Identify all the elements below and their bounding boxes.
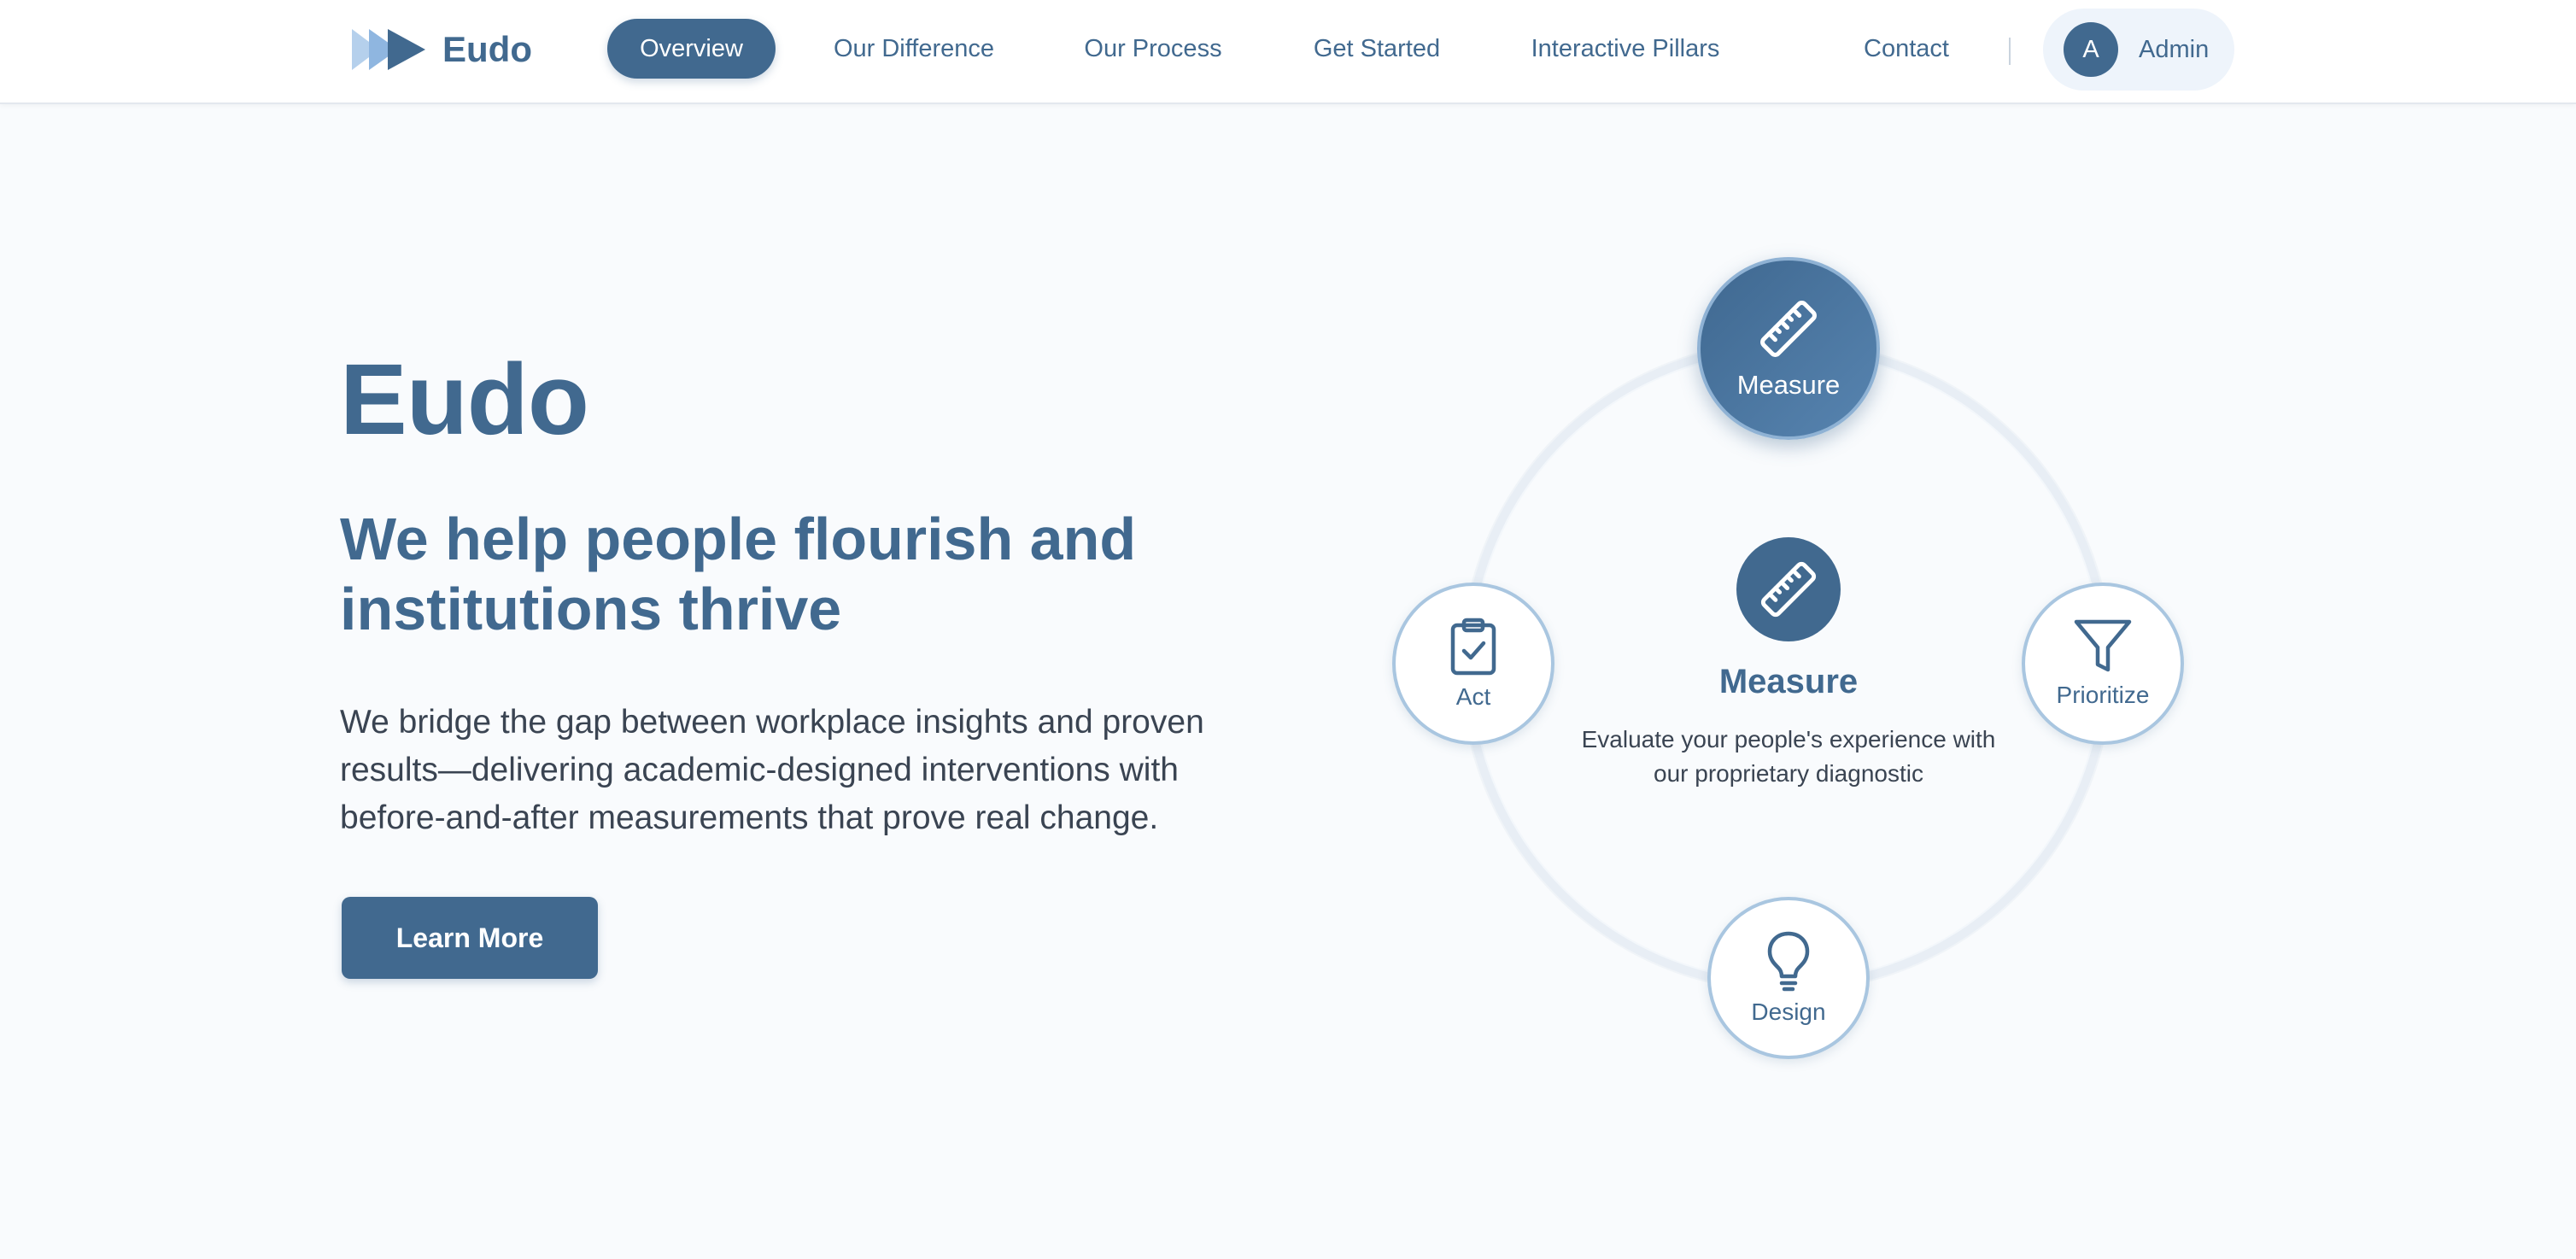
brand[interactable]: Eudo	[350, 22, 532, 77]
cycle-node-label: Measure	[1736, 370, 1841, 400]
top-navigation-bar: Eudo Overview Our Difference Our Process…	[0, 0, 2576, 104]
nav-item-interactive-pillars[interactable]: Interactive Pillars	[1520, 19, 1730, 79]
lightbulb-icon	[1765, 930, 1812, 992]
hero-title: Eudo	[340, 343, 589, 456]
nav-item-our-difference[interactable]: Our Difference	[820, 19, 1008, 79]
funnel-icon	[2073, 618, 2133, 675]
cycle-center-title: Measure	[1718, 663, 1859, 700]
clipboard-check-icon	[1448, 617, 1499, 676]
cycle-center-description: Evaluate your people's experience with o…	[1581, 726, 1996, 787]
cycle-node-act[interactable]: Act	[1392, 583, 1554, 745]
nav-item-get-started[interactable]: Get Started	[1298, 19, 1455, 79]
avatar: A	[2064, 22, 2118, 77]
cycle-node-prioritize[interactable]: Prioritize	[2022, 583, 2184, 745]
chevron-arrows-logo-icon	[350, 26, 429, 73]
hero-subtitle: We help people flourish and institutions…	[340, 506, 1137, 642]
nav-item-our-process[interactable]: Our Process	[1068, 19, 1238, 79]
cycle-node-measure[interactable]: Measure	[1697, 257, 1880, 440]
learn-more-button[interactable]: Learn More	[342, 897, 598, 979]
admin-account-menu[interactable]: A Admin	[2043, 9, 2234, 91]
cycle-node-label: Prioritize	[2056, 682, 2150, 708]
center-ruler-icon	[1736, 537, 1841, 641]
nav-item-overview[interactable]: Overview	[607, 19, 776, 79]
admin-label: Admin	[2139, 35, 2210, 63]
cycle-node-label: Act	[1455, 683, 1491, 710]
nav-item-contact[interactable]: Contact	[1853, 19, 1959, 79]
brand-name: Eudo	[442, 29, 532, 69]
cycle-node-label: Design	[1751, 998, 1826, 1025]
nav-divider	[2009, 38, 2011, 65]
cycle-node-design[interactable]: Design	[1707, 897, 1870, 1059]
ruler-icon	[1756, 296, 1821, 361]
hero-description: We bridge the gap between workplace insi…	[340, 704, 1204, 836]
